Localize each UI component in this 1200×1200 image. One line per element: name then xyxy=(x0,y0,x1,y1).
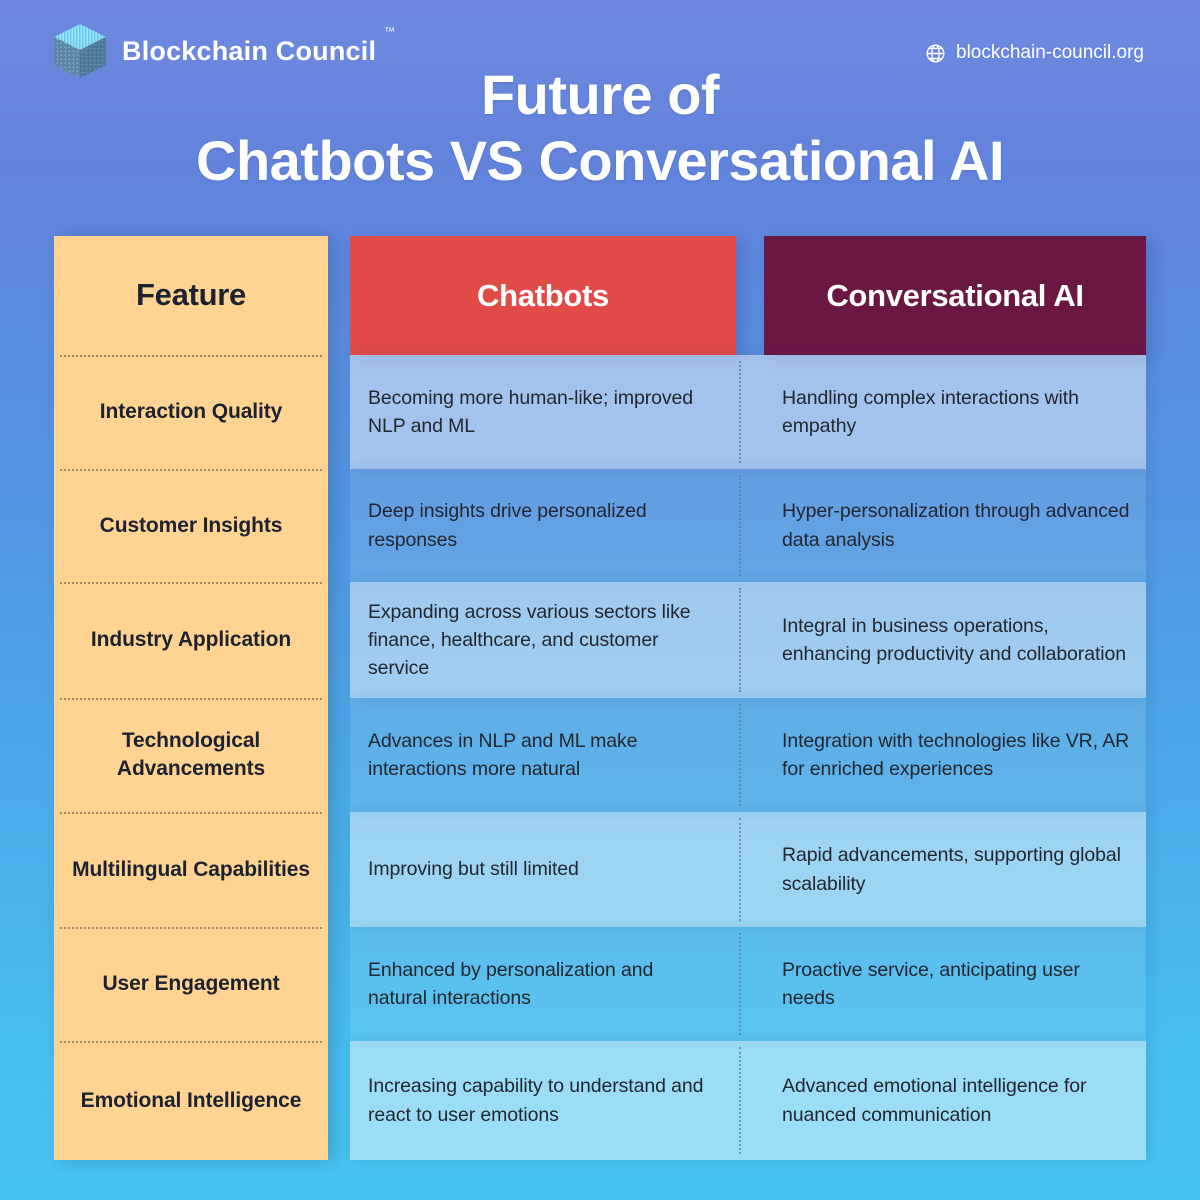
chatbots-cell-4: Improving but still limited xyxy=(368,858,579,881)
conversational-ai-cell-2: Integral in business operations, enhanci… xyxy=(782,614,1126,665)
column-divider xyxy=(739,475,741,576)
table-row: Enhanced by personalization and natural … xyxy=(350,927,1146,1041)
column-divider xyxy=(739,588,741,692)
feature-label-2: Industry Application xyxy=(90,628,292,652)
feature-label-3: Technological Advancements xyxy=(116,729,266,780)
table-row: Expanding across various sectors like fi… xyxy=(350,582,1146,698)
feature-column: Feature Interaction Quality Customer Ins… xyxy=(54,236,328,1160)
feature-label-0: Interaction Quality xyxy=(99,400,283,424)
column-divider xyxy=(739,361,741,463)
column-divider xyxy=(739,818,741,921)
conversational-ai-cell-3: Integration with technologies like VR, A… xyxy=(782,729,1130,780)
conversational-ai-cell-4: Rapid advancements, supporting global sc… xyxy=(782,844,1121,895)
title-line-2: Chatbots VS Conversational AI xyxy=(196,129,1005,193)
website-link[interactable]: blockchain-council.org xyxy=(925,42,1144,64)
conversational-ai-cell-5: Proactive service, anticipating user nee… xyxy=(782,958,1080,1009)
column-divider xyxy=(739,1047,741,1154)
chatbots-header: Chatbots xyxy=(350,236,736,355)
column-divider xyxy=(739,933,741,1035)
conversational-ai-header: Conversational AI xyxy=(764,236,1146,355)
comparison-table: Feature Interaction Quality Customer Ins… xyxy=(54,236,1146,1160)
chatbots-cell-5: Enhanced by personalization and natural … xyxy=(368,958,654,1009)
table-row: Improving but still limited Rapid advanc… xyxy=(350,812,1146,927)
trademark-symbol: ™ xyxy=(384,26,396,38)
chatbots-cell-3: Advances in NLP and ML make interactions… xyxy=(368,729,638,780)
table-row: Deep insights drive personalized respons… xyxy=(350,469,1146,582)
website-url: blockchain-council.org xyxy=(956,42,1144,63)
feature-label-6: Emotional Intelligence xyxy=(80,1088,302,1112)
column-divider xyxy=(739,704,741,806)
data-columns: Chatbots Conversational AI Becoming more… xyxy=(350,236,1146,1160)
globe-icon xyxy=(925,43,946,64)
feature-label-5: User Engagement xyxy=(102,972,280,996)
chatbots-cell-2: Expanding across various sectors like fi… xyxy=(368,600,691,680)
conversational-ai-cell-1: Hyper-personalization through advanced d… xyxy=(782,500,1130,551)
feature-label-4: Multilingual Capabilities xyxy=(72,857,310,881)
chatbots-cell-1: Deep insights drive personalized respons… xyxy=(368,500,647,551)
table-row: Increasing capability to understand and … xyxy=(350,1041,1146,1160)
conversational-ai-cell-0: Handling complex interactions with empat… xyxy=(782,386,1079,437)
chatbots-cell-6: Increasing capability to understand and … xyxy=(368,1075,704,1126)
conversational-ai-cell-6: Advanced emotional intelligence for nuan… xyxy=(782,1075,1087,1126)
feature-label-1: Customer Insights xyxy=(99,513,283,537)
table-row: Becoming more human-like; improved NLP a… xyxy=(350,355,1146,469)
title-line-1: Future of xyxy=(480,63,720,126)
feature-header: Feature xyxy=(136,277,246,313)
brand-name: Blockchain Council xyxy=(122,35,377,66)
page-title: Future of Chatbots VS Conversational AI xyxy=(0,63,1200,193)
table-row: Advances in NLP and ML make interactions… xyxy=(350,698,1146,812)
chatbots-cell-0: Becoming more human-like; improved NLP a… xyxy=(368,386,693,437)
